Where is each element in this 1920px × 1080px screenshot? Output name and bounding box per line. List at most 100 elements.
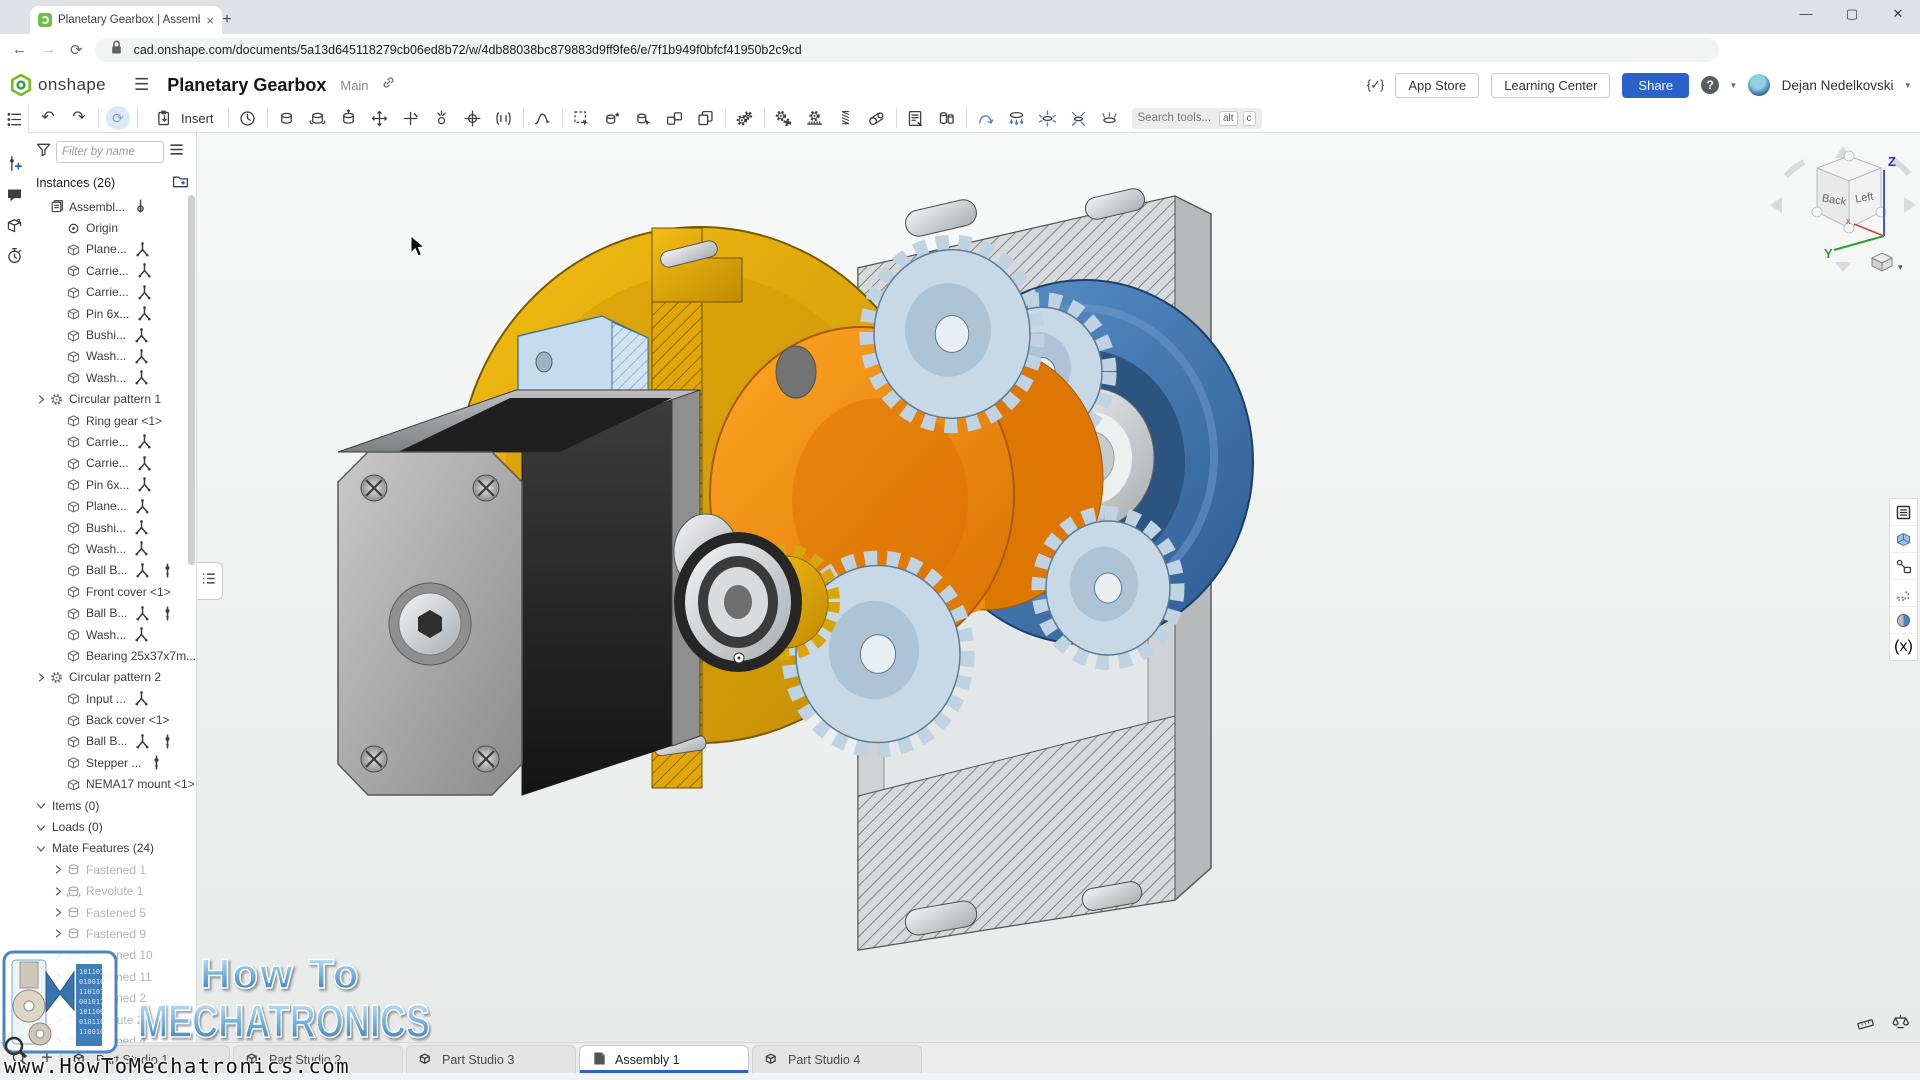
measure-icon[interactable] <box>1856 1012 1875 1036</box>
insert-derived-icon[interactable] <box>601 106 625 130</box>
instance-row[interactable]: Carrie... <box>28 260 196 281</box>
instance-row[interactable]: Input ... <box>28 688 196 709</box>
mate-feature-row[interactable]: Fastened 11 <box>28 966 196 987</box>
featurescript-icon[interactable]: {✓} <box>1367 77 1384 93</box>
structure-panel-icon[interactable] <box>3 108 25 130</box>
element-tab-part-studio-3[interactable]: Part Studio 3 <box>406 1045 576 1073</box>
window-minimize-icon[interactable]: — <box>1798 6 1814 22</box>
instance-row[interactable]: Circular pattern 2 <box>28 667 196 688</box>
document-menu-icon[interactable]: ☰ <box>134 75 149 95</box>
named-views-icon[interactable] <box>1890 526 1917 553</box>
appearance-sphere-icon[interactable] <box>1890 607 1917 634</box>
forward-icon[interactable]: → <box>41 41 56 59</box>
instance-row[interactable]: Wash... <box>28 538 196 559</box>
instance-row[interactable]: Wash... <box>28 346 196 367</box>
address-bar[interactable]: cad.onshape.com/documents/5a13d645118279… <box>95 38 1719 62</box>
instance-row[interactable]: Ring gear <1> <box>28 410 196 431</box>
learning-center-button[interactable]: Learning Center <box>1491 73 1610 98</box>
expand-chevron-icon[interactable] <box>34 390 48 409</box>
filter-input[interactable] <box>56 141 164 163</box>
rack-relation-icon[interactable] <box>803 106 827 130</box>
expand-chevron-icon[interactable] <box>51 967 65 986</box>
help-caret-icon[interactable]: ▾ <box>1731 80 1736 91</box>
instance-row[interactable]: Stepper ... <box>28 752 196 773</box>
mass-properties-icon[interactable] <box>1891 1012 1910 1036</box>
comments-icon[interactable] <box>3 184 25 206</box>
instance-row[interactable]: Ball B... <box>28 560 196 581</box>
mate-feature-row[interactable]: Fastened 1 <box>28 859 196 880</box>
insert-button[interactable]: Insert <box>145 104 221 132</box>
element-tab-part-studio-4[interactable]: Part Studio 4 <box>752 1045 922 1073</box>
instance-row[interactable]: Circular pattern 1 <box>28 389 196 410</box>
panel-collapse-handle[interactable] <box>197 562 223 600</box>
update-icon[interactable]: ⟳ <box>106 106 130 130</box>
instance-row[interactable]: Ball B... <box>28 602 196 623</box>
onshape-logo[interactable]: onshape <box>10 74 106 96</box>
translate-part-icon[interactable] <box>368 106 392 130</box>
box-select-icon[interactable] <box>570 106 594 130</box>
collapse-chevron-icon[interactable] <box>34 796 48 815</box>
timer-icon[interactable] <box>3 244 25 266</box>
instance-row[interactable]: Ball B... <box>28 731 196 752</box>
collapse-chevron-icon[interactable] <box>34 839 48 858</box>
search-tools-box[interactable]: Search tools... alt c <box>1132 108 1262 129</box>
instance-row[interactable]: Carrie... <box>28 453 196 474</box>
variables-icon[interactable]: (x) <box>1890 634 1917 660</box>
instance-row[interactable]: Front cover <1> <box>28 581 196 602</box>
instance-row[interactable]: Back cover <1> <box>28 709 196 730</box>
new-tab-button[interactable]: + <box>216 9 238 31</box>
exploded-view-icon[interactable] <box>974 106 998 130</box>
redo-icon[interactable]: ↷ <box>67 106 91 130</box>
instance-row[interactable]: Assembl... <box>28 196 196 217</box>
planar-mate-icon[interactable] <box>461 106 485 130</box>
back-icon[interactable]: ← <box>12 41 27 59</box>
instance-row[interactable]: Plane... <box>28 239 196 260</box>
explode-radial-icon[interactable] <box>1036 106 1060 130</box>
instance-row[interactable]: Pin 6x... <box>28 474 196 495</box>
instance-row[interactable]: Carrie... <box>28 282 196 303</box>
rotate-part-icon[interactable] <box>399 106 423 130</box>
section-row[interactable]: Mate Features (24) <box>28 838 196 859</box>
duplicate-instance-icon[interactable] <box>694 106 718 130</box>
section-row[interactable]: Loads (0) <box>28 816 196 837</box>
explode-animate-icon[interactable] <box>1098 106 1122 130</box>
instance-row[interactable]: Bushi... <box>28 517 196 538</box>
mate-feature-row[interactable]: Revolute 2 <box>28 1009 196 1030</box>
named-positions-icon[interactable] <box>935 106 959 130</box>
link-icon[interactable] <box>381 75 396 95</box>
screw-relation-icon[interactable] <box>834 106 858 130</box>
user-menu-caret-icon[interactable]: ▾ <box>1905 80 1910 91</box>
mate-feature-row[interactable]: Fastened 10 <box>28 945 196 966</box>
parallel-mate-icon[interactable] <box>492 106 516 130</box>
group-parts-icon[interactable] <box>663 106 687 130</box>
reload-icon[interactable]: ⟳ <box>70 41 83 59</box>
filter-icon[interactable] <box>34 140 53 164</box>
select-instance-icon[interactable] <box>632 106 656 130</box>
browser-tab[interactable]: Planetary Gearbox | Assembly 1 × <box>30 6 222 34</box>
instance-row[interactable]: Plane... <box>28 495 196 516</box>
model-viewport[interactable] <box>197 133 1920 1043</box>
explode-step-icon[interactable] <box>1005 106 1029 130</box>
expand-chevron-icon[interactable] <box>51 903 65 922</box>
tab-close-icon[interactable]: × <box>206 13 214 28</box>
fastened-mate-icon[interactable] <box>275 106 299 130</box>
instance-row[interactable]: Carrie... <box>28 431 196 452</box>
path-relation-icon[interactable] <box>531 106 555 130</box>
slider-mate-icon[interactable] <box>337 106 361 130</box>
instance-row[interactable]: Pin 6x... <box>28 303 196 324</box>
instance-row[interactable]: Wash... <box>28 367 196 388</box>
snapshot-icon[interactable] <box>236 106 260 130</box>
belt-relation-icon[interactable] <box>865 106 889 130</box>
undo-icon[interactable]: ↶ <box>36 106 60 130</box>
part-lookup-icon[interactable]: ? <box>3 214 25 236</box>
expand-chevron-icon[interactable] <box>51 882 65 901</box>
instance-row[interactable]: Origin <box>28 217 196 238</box>
drawing-sheet-icon[interactable] <box>1890 580 1917 607</box>
bom-table-icon[interactable] <box>904 106 928 130</box>
workspace-name[interactable]: Main <box>340 78 368 93</box>
help-button[interactable]: ? <box>1701 76 1719 94</box>
list-options-icon[interactable] <box>167 140 186 164</box>
mate-feature-row[interactable]: Revolute 1 <box>28 881 196 902</box>
expand-chevron-icon[interactable] <box>34 668 48 687</box>
instance-row[interactable]: Wash... <box>28 624 196 645</box>
